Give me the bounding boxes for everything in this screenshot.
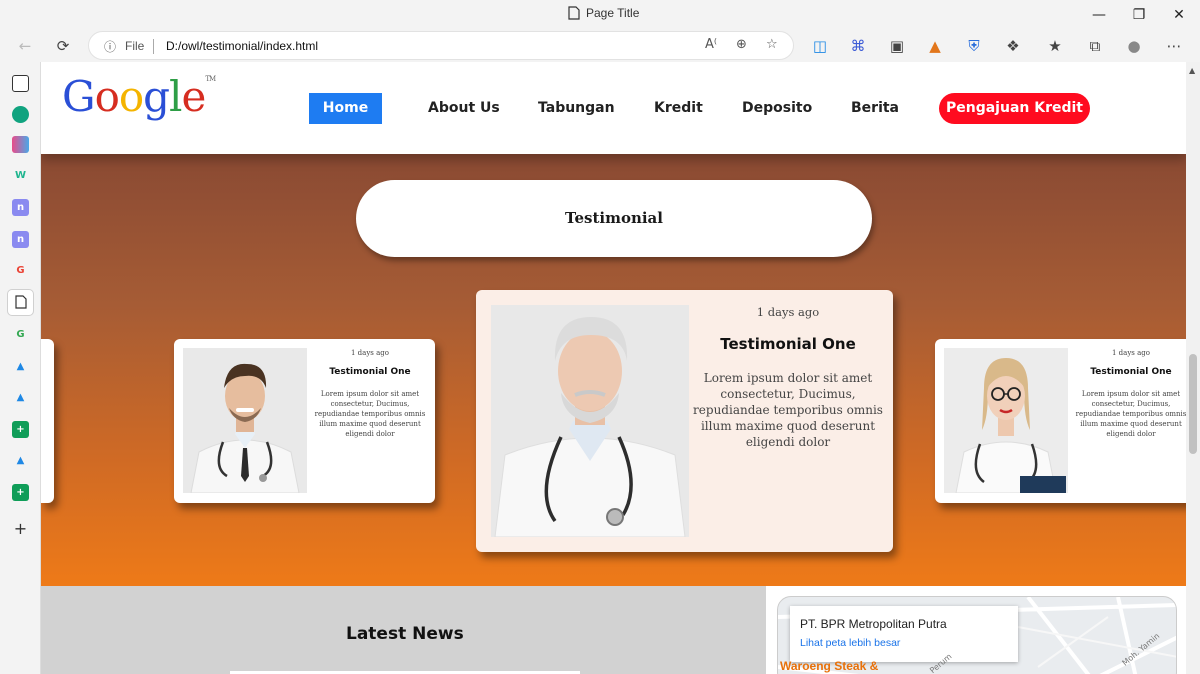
refresh-icon[interactable]: ⟳ — [51, 34, 75, 58]
extensions-icon[interactable]: ❖ — [1001, 34, 1025, 58]
restore-icon[interactable]: ❐ — [1128, 4, 1150, 26]
notion-icon-2[interactable]: n — [12, 231, 29, 248]
window-title: Page Title — [568, 6, 639, 20]
zoom-icon[interactable]: ⊕ — [736, 37, 747, 52]
address-bar[interactable]: ⓘ File D:/owl/testimonial/index.html A⁽ … — [88, 31, 794, 60]
testimonial-section: Testimonial 1 days ago Testimonial One L… — [41, 154, 1186, 586]
collections-ext-icon[interactable]: ▣ — [885, 34, 909, 58]
testimonial-card-left[interactable]: 1 days ago Testimonial One Lorem ipsum d… — [174, 339, 435, 503]
tab-actions-icon[interactable] — [12, 75, 29, 92]
testimonial-heading: Testimonial — [356, 180, 872, 257]
nav-berita[interactable]: Berita — [851, 100, 899, 116]
testimonial-body: Lorem ipsum dolor sit amet consectetur, … — [1075, 390, 1186, 438]
back-icon[interactable]: ← — [13, 34, 37, 58]
embedded-map[interactable]: PT. BPR Metropolitan Putra Lihat peta le… — [777, 596, 1177, 674]
shield-icon[interactable]: ⛨ — [962, 34, 986, 58]
map-info-box: PT. BPR Metropolitan Putra Lihat peta le… — [790, 606, 1018, 662]
doctor-photo-senior-man — [491, 305, 689, 537]
browser-toolbar: ← ⟳ ⓘ File D:/owl/testimonial/index.html… — [0, 30, 1200, 62]
testimonial-card-center[interactable]: 1 days ago Testimonial One Lorem ipsum d… — [476, 290, 893, 552]
testimonial-name: Testimonial One — [1090, 367, 1172, 377]
site-navbar: GoogleTM Home About Us Tabungan Kredit D… — [41, 62, 1186, 154]
favorite-add-icon[interactable]: ☆ — [766, 37, 778, 52]
sheets-icon-2[interactable]: + — [12, 484, 29, 501]
collections-icon[interactable]: ⧉ — [1083, 34, 1107, 58]
testimonial-card-partial[interactable] — [41, 339, 54, 503]
drive-icon-1[interactable]: ▲ — [12, 358, 29, 375]
window-title-text: Page Title — [586, 6, 640, 20]
latest-news-section: Latest News — [41, 586, 766, 674]
testimonial-text-center: 1 days ago Testimonial One Lorem ipsum d… — [690, 305, 886, 450]
w-app-icon[interactable]: W — [12, 167, 29, 184]
testimonial-date: 1 days ago — [1112, 349, 1150, 357]
google-icon-1[interactable]: G — [12, 262, 29, 279]
drive-icon-2[interactable]: ▲ — [12, 389, 29, 406]
close-icon[interactable]: ✕ — [1168, 4, 1190, 26]
favorites-icon[interactable]: ★ — [1043, 34, 1067, 58]
page-icon-active[interactable] — [7, 289, 34, 316]
crop-icon[interactable]: ⌘ — [846, 34, 870, 58]
doctor-photo-young-man — [183, 348, 307, 493]
read-aloud-icon[interactable]: A⁽ — [705, 37, 717, 52]
url-scheme: File — [125, 39, 145, 53]
nav-kredit[interactable]: Kredit — [654, 100, 703, 116]
scroll-up-icon[interactable]: ▲ — [1189, 66, 1195, 75]
map-place-name: PT. BPR Metropolitan Putra — [800, 617, 947, 631]
testimonial-card-right[interactable]: 1 days ago Testimonial One Lorem ipsum d… — [935, 339, 1186, 503]
map-poi-label[interactable]: Waroeng Steak & — [780, 659, 878, 673]
chatgpt-icon[interactable] — [12, 106, 29, 123]
url-separator — [153, 39, 154, 54]
logo-letters: Google — [62, 72, 206, 121]
logo-tm: TM — [205, 75, 216, 83]
pengajuan-kredit-button[interactable]: Pengajuan Kredit — [939, 93, 1090, 124]
nav-deposito[interactable]: Deposito — [742, 100, 812, 116]
url-text[interactable]: D:/owl/testimonial/index.html — [166, 39, 318, 53]
nav-about-us[interactable]: About Us — [428, 100, 500, 116]
doctor-photo-woman — [944, 348, 1068, 493]
latest-news-heading: Latest News — [346, 624, 464, 644]
web-page: GoogleTM Home About Us Tabungan Kredit D… — [41, 62, 1186, 674]
translate-icon[interactable]: ◫ — [808, 34, 832, 58]
nav-tabungan[interactable]: Tabungan — [538, 100, 615, 116]
testimonial-body: Lorem ipsum dolor sit amet consectetur, … — [693, 371, 883, 449]
notion-icon-1[interactable]: n — [12, 199, 29, 216]
google-icon-2[interactable]: G — [12, 326, 29, 343]
info-icon[interactable]: ⓘ — [104, 38, 116, 55]
testimonial-text-left: 1 days ago Testimonial One Lorem ipsum d… — [310, 349, 430, 439]
testimonial-date: 1 days ago — [756, 305, 820, 319]
map-larger-link[interactable]: Lihat peta lebih besar — [800, 637, 900, 649]
nav-home[interactable]: Home — [309, 93, 382, 124]
profile-icon[interactable]: ● — [1122, 34, 1146, 58]
drive-icon-3[interactable]: ▲ — [12, 452, 29, 469]
browser-sidebar: W n n G G ▲ ▲ + ▲ + + — [0, 62, 41, 674]
testimonial-name: Testimonial One — [720, 335, 856, 353]
minimize-icon[interactable]: — — [1088, 4, 1110, 26]
window-titlebar: Page Title — ❐ ✕ — [0, 0, 1200, 30]
sheets-icon-1[interactable]: + — [12, 421, 29, 438]
scroll-thumb[interactable] — [1189, 354, 1197, 454]
testimonial-date: 1 days ago — [351, 349, 389, 357]
testimonial-text-right: 1 days ago Testimonial One Lorem ipsum d… — [1071, 349, 1186, 439]
page-icon — [568, 6, 580, 20]
add-sidebar-icon[interactable]: + — [12, 520, 29, 537]
more-menu-icon[interactable]: ⋯ — [1162, 34, 1186, 58]
metamask-icon[interactable]: ▲ — [923, 34, 947, 58]
map-section: PT. BPR Metropolitan Putra Lihat peta le… — [766, 586, 1186, 674]
page-scrollbar[interactable]: ▲ — [1186, 62, 1200, 674]
testimonial-name: Testimonial One — [329, 367, 411, 377]
testimonial-body: Lorem ipsum dolor sit amet consectetur, … — [314, 390, 426, 438]
google-logo[interactable]: GoogleTM — [62, 75, 216, 118]
app-icon-1[interactable] — [12, 136, 29, 153]
